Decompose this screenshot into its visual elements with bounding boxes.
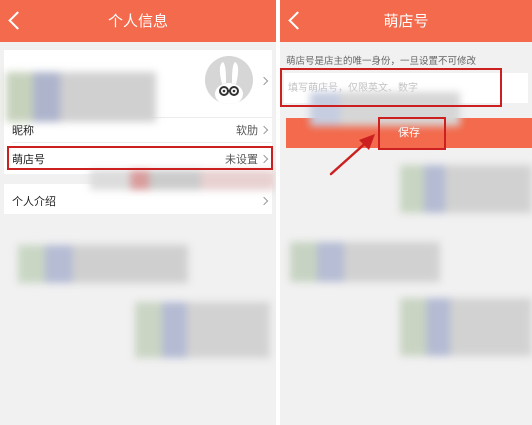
intro-label: 个人介绍 xyxy=(12,195,56,208)
shop-id-screen: 萌店号 萌店号是店主的唯一身份，一旦设置不可修改 保存 xyxy=(280,0,532,425)
blurred-region xyxy=(400,298,532,356)
save-button-highlight xyxy=(378,117,446,150)
nickname-label: 昵称 xyxy=(12,124,34,137)
nickname-chevron-icon xyxy=(259,125,269,135)
page-title: 个人信息 xyxy=(107,12,168,30)
divider xyxy=(12,142,272,143)
blurred-region xyxy=(135,302,270,358)
blurred-region xyxy=(6,72,156,122)
blurred-region xyxy=(90,170,275,190)
page-title: 萌店号 xyxy=(383,12,429,30)
blurred-region xyxy=(290,242,440,282)
avatar[interactable] xyxy=(205,56,253,104)
header-bar: 个人信息 xyxy=(0,0,276,42)
notice-text: 萌店号是店主的唯一身份，一旦设置不可修改 xyxy=(286,56,477,67)
arrow-icon xyxy=(329,134,375,176)
shop-id-highlight xyxy=(7,146,273,170)
blurred-region xyxy=(400,165,532,213)
header-bar: 萌店号 xyxy=(280,0,532,42)
personal-info-screen: 个人信息 昵称 软肋 萌店号 未设置 个人介绍 xyxy=(0,0,276,425)
blurred-region xyxy=(18,245,188,283)
intro-chevron-icon xyxy=(259,196,269,206)
avatar-chevron-icon xyxy=(259,76,269,86)
input-highlight xyxy=(280,68,502,107)
bunny-avatar-icon xyxy=(205,56,253,104)
nickname-value: 软肋 xyxy=(236,124,258,137)
